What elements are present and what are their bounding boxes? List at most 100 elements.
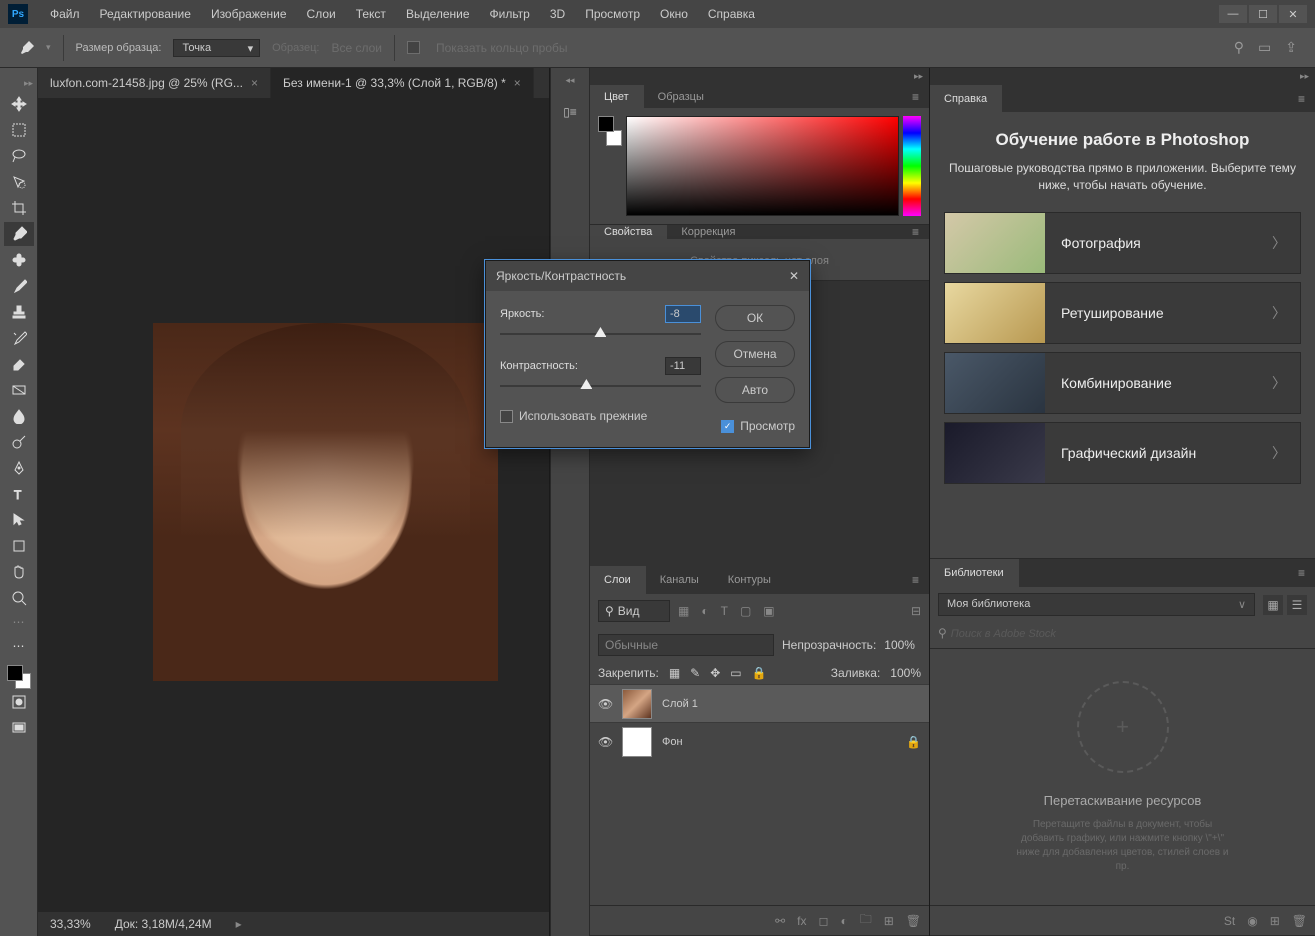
- edit-toolbar-icon[interactable]: ⋯: [4, 634, 34, 658]
- help-tab[interactable]: Справка: [930, 85, 1002, 112]
- marquee-tool[interactable]: [4, 118, 34, 142]
- learn-card-combine[interactable]: Комбинирование〉: [944, 352, 1301, 414]
- menu-text[interactable]: Текст: [346, 0, 396, 28]
- brightness-slider[interactable]: [500, 329, 701, 339]
- lock-all-icon[interactable]: 🔒: [752, 666, 767, 680]
- blend-mode-select[interactable]: Обычные: [598, 634, 774, 656]
- doc-size[interactable]: Док: 3,18M/4,24M: [115, 917, 212, 931]
- history-dock-icon[interactable]: ▯≡: [555, 97, 585, 127]
- color-picker[interactable]: [598, 116, 921, 216]
- delete-layer-icon[interactable]: 🗑: [906, 914, 921, 928]
- visibility-icon[interactable]: 👁: [598, 697, 612, 711]
- pen-tool[interactable]: [4, 456, 34, 480]
- properties-tab[interactable]: Свойства: [590, 225, 667, 239]
- sample-size-select[interactable]: Точка: [173, 39, 260, 57]
- layers-tab[interactable]: Слои: [590, 566, 646, 594]
- new-layer-icon[interactable]: ⊞: [884, 914, 894, 928]
- panel-menu-icon[interactable]: ≡: [902, 85, 929, 108]
- menu-window[interactable]: Окно: [650, 0, 698, 28]
- layer-thumbnail[interactable]: [622, 689, 652, 719]
- contrast-slider[interactable]: [500, 381, 701, 391]
- eraser-tool[interactable]: [4, 352, 34, 376]
- libraries-tab[interactable]: Библиотеки: [930, 559, 1019, 587]
- toolbar-collapse-icon[interactable]: ▸▸: [22, 76, 35, 91]
- auto-button[interactable]: Авто: [715, 377, 795, 403]
- panel-menu-icon[interactable]: ≡: [902, 225, 929, 239]
- use-legacy-checkbox[interactable]: [500, 410, 513, 423]
- zoom-level[interactable]: 33,33%: [50, 917, 91, 931]
- lock-position-icon[interactable]: ✥: [710, 666, 720, 680]
- menu-edit[interactable]: Редактирование: [90, 0, 201, 28]
- filter-smart-icon[interactable]: ▣: [763, 604, 774, 618]
- add-content-icon[interactable]: ⊞: [1270, 914, 1280, 928]
- stock-search-input[interactable]: Поиск в Adobe Stock: [951, 628, 1056, 640]
- cloud-icon[interactable]: ◉: [1247, 914, 1257, 928]
- filter-shape-icon[interactable]: ▢: [740, 604, 751, 618]
- learn-card-photo[interactable]: Фотография〉: [944, 212, 1301, 274]
- filter-toggle[interactable]: ⊟: [911, 604, 921, 618]
- filter-adjust-icon[interactable]: ◐: [701, 604, 708, 618]
- path-select-tool[interactable]: [4, 508, 34, 532]
- paths-tab[interactable]: Контуры: [714, 566, 786, 594]
- new-group-icon[interactable]: 🗀: [860, 910, 872, 931]
- text-tool[interactable]: T: [4, 482, 34, 506]
- quick-mask-tool[interactable]: [4, 690, 34, 714]
- preview-checkbox[interactable]: ✓: [721, 420, 734, 433]
- share-icon[interactable]: ⇪: [1285, 39, 1297, 56]
- show-ring-checkbox[interactable]: [407, 41, 420, 54]
- lock-transparent-icon[interactable]: ▦: [669, 666, 680, 680]
- crop-tool[interactable]: [4, 196, 34, 220]
- layer-name[interactable]: Слой 1: [662, 698, 698, 710]
- link-layers-icon[interactable]: ⚯: [775, 914, 785, 928]
- canvas-area[interactable]: [38, 98, 549, 912]
- heal-tool[interactable]: [4, 248, 34, 272]
- layer-filter-select[interactable]: ⚲Вид: [598, 600, 670, 622]
- menu-help[interactable]: Справка: [698, 0, 765, 28]
- lock-artboard-icon[interactable]: ▭: [730, 666, 741, 680]
- screen-mode-tool[interactable]: [4, 716, 34, 740]
- close-tab-icon[interactable]: ×: [251, 76, 258, 90]
- brightness-input[interactable]: -8: [665, 305, 701, 323]
- quick-select-tool[interactable]: [4, 170, 34, 194]
- filter-text-icon[interactable]: T: [721, 604, 728, 618]
- minimize-button[interactable]: —: [1219, 5, 1247, 23]
- gradient-tool[interactable]: [4, 378, 34, 402]
- eyedropper-tool[interactable]: [4, 222, 34, 246]
- visibility-icon[interactable]: 👁: [598, 735, 612, 749]
- learn-card-retouch[interactable]: Ретуширование〉: [944, 282, 1301, 344]
- opacity-value[interactable]: 100%: [884, 638, 915, 652]
- swatches-tab[interactable]: Образцы: [644, 85, 719, 108]
- color-tab[interactable]: Цвет: [590, 85, 644, 108]
- canvas[interactable]: [153, 323, 498, 681]
- list-view-icon[interactable]: ☰: [1287, 595, 1307, 615]
- panel-menu-icon[interactable]: ≡: [1288, 85, 1315, 112]
- search-icon[interactable]: ⚲: [1234, 39, 1244, 56]
- layer-fx-icon[interactable]: fx: [797, 914, 806, 928]
- blur-tool[interactable]: [4, 404, 34, 428]
- brush-tool[interactable]: [4, 274, 34, 298]
- filter-pixel-icon[interactable]: ▦: [678, 604, 689, 618]
- panel-icon[interactable]: ▭: [1258, 39, 1271, 56]
- new-adjustment-icon[interactable]: ◐: [840, 914, 847, 928]
- library-select[interactable]: Моя библиотека: [938, 593, 1255, 616]
- menu-3d[interactable]: 3D: [540, 0, 575, 28]
- stamp-tool[interactable]: [4, 300, 34, 324]
- panel-menu-icon[interactable]: ≡: [902, 566, 929, 594]
- lock-paint-icon[interactable]: ✎: [690, 666, 700, 680]
- panel-menu-icon[interactable]: ≡: [1288, 559, 1315, 587]
- contrast-input[interactable]: -11: [665, 357, 701, 375]
- layer-row-1[interactable]: 👁 Фон 🔒: [590, 722, 929, 760]
- menu-file[interactable]: Файл: [40, 0, 90, 28]
- channels-tab[interactable]: Каналы: [646, 566, 714, 594]
- library-drop-zone[interactable]: + Перетаскивание ресурсов Перетащите фай…: [930, 649, 1315, 905]
- document-tab-1[interactable]: Без имени-1 @ 33,3% (Слой 1, RGB/8) *×: [271, 68, 534, 98]
- ok-button[interactable]: ОК: [715, 305, 795, 331]
- panel-collapse-icon[interactable]: ▸▸: [930, 68, 1315, 85]
- fill-value[interactable]: 100%: [890, 666, 921, 680]
- panel-collapse-icon[interactable]: ▸▸: [590, 68, 929, 85]
- delete-icon[interactable]: 🗑: [1292, 914, 1307, 928]
- shape-tool[interactable]: [4, 534, 34, 558]
- dialog-close-icon[interactable]: ✕: [789, 269, 799, 283]
- dock-collapse-icon[interactable]: ◂◂: [559, 72, 580, 89]
- grid-view-icon[interactable]: ▦: [1263, 595, 1283, 615]
